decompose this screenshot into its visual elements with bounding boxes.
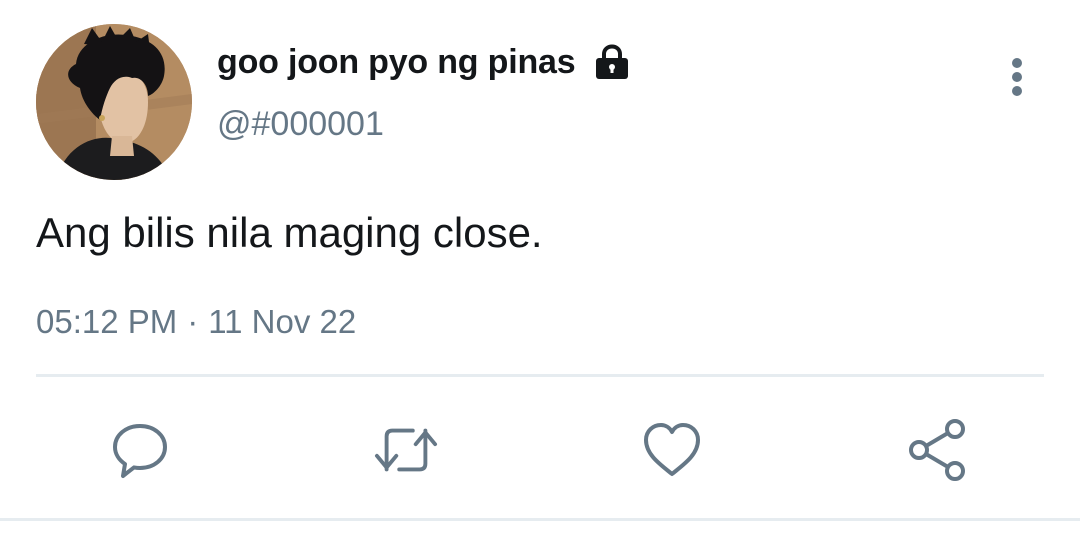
tweet-date: 11 Nov 22 [208,303,357,340]
retweet-button[interactable] [374,418,438,482]
tweet-text: Ang bilis nila maging close. [36,209,543,256]
share-icon [909,419,965,481]
lock-icon [593,43,631,81]
retweet-icon [374,428,438,472]
reply-icon [113,424,167,478]
more-options-button[interactable] [996,52,1038,100]
share-button[interactable] [906,418,970,482]
tweet-card: goo joon pyo ng pinas @#000001 Ang bilis… [0,0,1080,540]
display-name[interactable]: goo joon pyo ng pinas [217,40,576,84]
user-handle[interactable]: @#000001 [217,102,384,146]
more-vertical-icon [1012,58,1022,96]
timestamp-separator: · [187,303,199,340]
tweet-timestamp[interactable]: 05:12 PM · 11 Nov 22 [36,300,356,344]
display-name-row: goo joon pyo ng pinas [217,40,631,84]
divider [36,374,1044,377]
reply-button[interactable] [108,418,172,482]
divider [0,518,1080,521]
like-button[interactable] [640,418,704,482]
tweet-time: 05:12 PM [36,303,178,340]
avatar[interactable] [36,24,192,180]
heart-icon [644,423,700,476]
